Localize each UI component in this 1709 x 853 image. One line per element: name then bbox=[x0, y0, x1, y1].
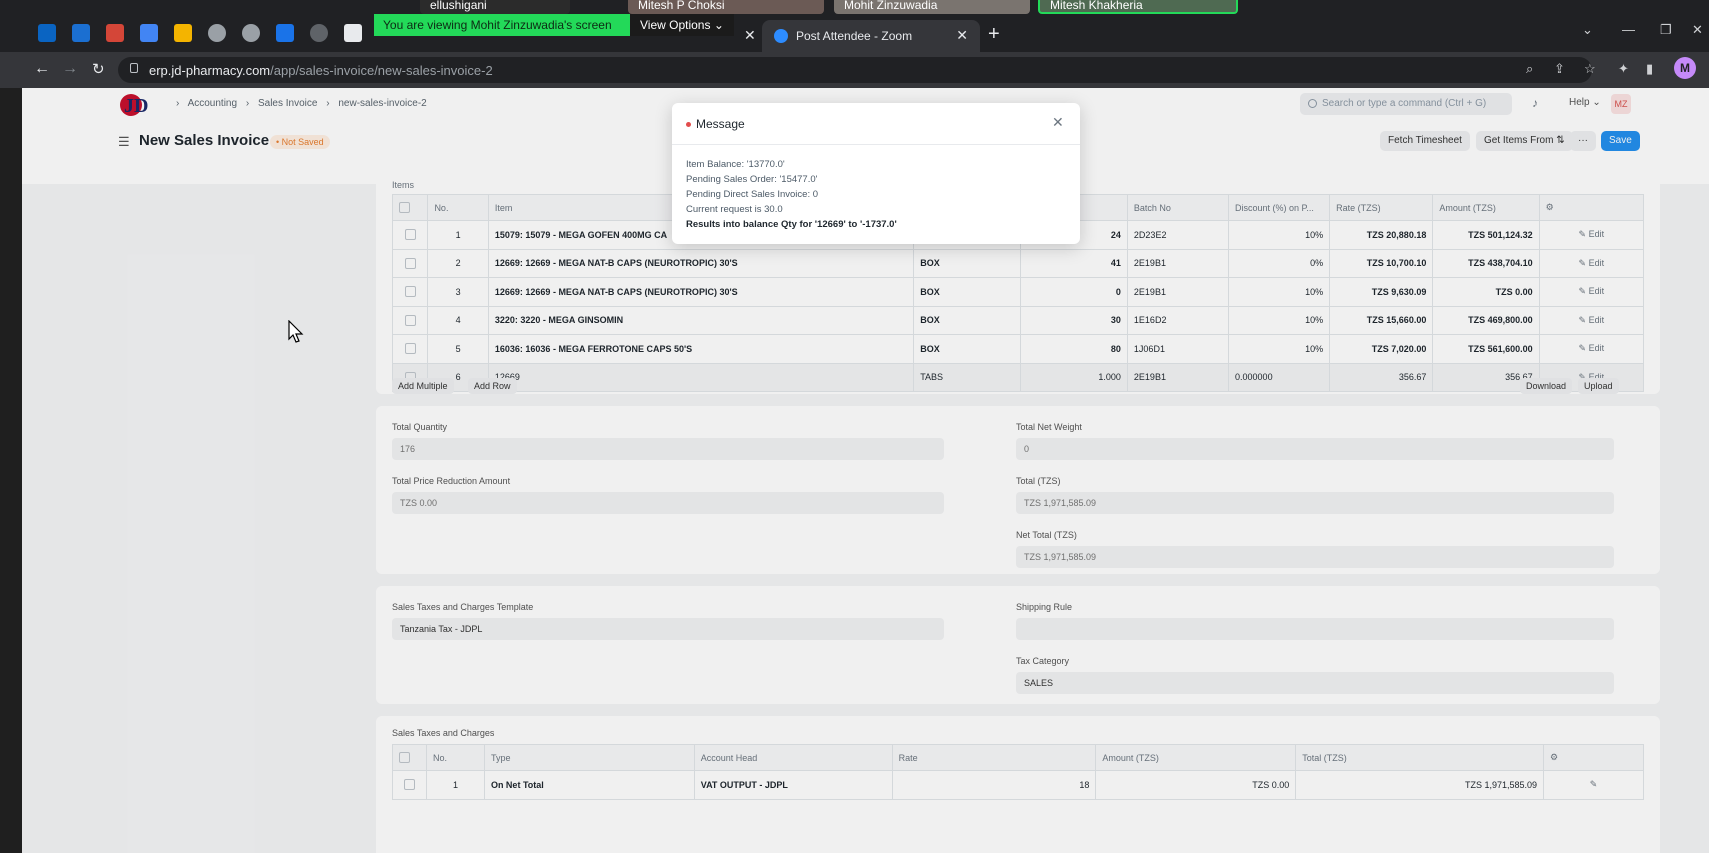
forward-icon[interactable]: → bbox=[62, 60, 78, 78]
gmail-tab-icon[interactable] bbox=[106, 24, 124, 42]
zoom-icon bbox=[774, 29, 788, 43]
address-bar: ← → ↻ erp.jd-pharmacy.com/app/sales-invo… bbox=[0, 52, 1709, 88]
tab-post-attendee-zoom[interactable]: Post Attendee - Zoom ✕ bbox=[762, 20, 980, 52]
jd-tab-icon[interactable] bbox=[208, 24, 226, 42]
url-path: /app/sales-invoice/new-sales-invoice-2 bbox=[270, 63, 493, 78]
pinned-tabs bbox=[38, 24, 362, 42]
back-icon[interactable]: ← bbox=[34, 60, 50, 78]
tab-title: Post Attendee - Zoom bbox=[796, 29, 913, 43]
participant-name: Mohit Zinzuwadia bbox=[844, 0, 938, 12]
url-field[interactable]: erp.jd-pharmacy.com/app/sales-invoice/ne… bbox=[118, 57, 1592, 83]
drive-tab-icon[interactable] bbox=[174, 24, 192, 42]
message-line: Pending Sales Order: '15477.0' bbox=[686, 174, 818, 185]
outlook-tab-icon[interactable] bbox=[38, 24, 56, 42]
zoom-participant-tile[interactable]: Mitesh P Choksi bbox=[628, 0, 824, 14]
zoom-participant-tile[interactable]: Mitesh Khakheria bbox=[1038, 0, 1238, 14]
extensions-icon[interactable]: ✦ bbox=[1618, 61, 1629, 77]
profile-avatar[interactable]: M bbox=[1674, 57, 1696, 79]
url-host: erp.jd-pharmacy.com bbox=[149, 63, 271, 78]
close-icon[interactable]: ✕ bbox=[1052, 114, 1064, 131]
message-line: Item Balance: '13770.0' bbox=[686, 159, 785, 170]
indicator-dot bbox=[686, 122, 691, 127]
excel-tab-icon[interactable] bbox=[276, 24, 294, 42]
reload-icon[interactable]: ↻ bbox=[92, 60, 105, 78]
globe-tab-icon[interactable] bbox=[310, 24, 328, 42]
lock-icon bbox=[130, 63, 138, 73]
close-window-icon[interactable]: ✕ bbox=[1692, 22, 1703, 38]
url-text: erp.jd-pharmacy.com/app/sales-invoice/ne… bbox=[149, 63, 493, 78]
zoom-magnifier-icon[interactable]: ⌕ bbox=[1526, 61, 1533, 77]
message-line: Pending Direct Sales Invoice: 0 bbox=[686, 189, 819, 200]
app-tab-icon[interactable] bbox=[72, 24, 90, 42]
chevron-down-icon: ⌄ bbox=[713, 18, 724, 32]
message-dialog: Message ✕ Item Balance: '13770.0' Pendin… bbox=[672, 103, 1080, 244]
dialog-title: Message bbox=[696, 117, 745, 131]
close-tab-icon[interactable]: ✕ bbox=[744, 27, 756, 44]
sidebar-icon[interactable]: ▮ bbox=[1646, 61, 1653, 77]
participant-name: ellushigani bbox=[430, 0, 487, 12]
bookmark-star-icon[interactable]: ☆ bbox=[1584, 61, 1596, 77]
participant-name: Mitesh P Choksi bbox=[638, 0, 725, 12]
view-options-button[interactable]: View Options ⌄ bbox=[630, 14, 734, 36]
zoom-share-banner: You are viewing Mohit Zinzuwadia's scree… bbox=[374, 14, 630, 36]
restore-icon[interactable]: ❐ bbox=[1660, 22, 1672, 38]
chevron-down-icon[interactable]: ⌄ bbox=[1582, 22, 1593, 38]
sheet-tab-icon[interactable] bbox=[344, 24, 362, 42]
message-line: Current request is 30.0 bbox=[686, 204, 783, 215]
calendar-tab-icon[interactable] bbox=[140, 24, 158, 42]
mouse-cursor-icon bbox=[288, 320, 304, 343]
jd-tab-icon-2[interactable] bbox=[242, 24, 260, 42]
close-tab-icon[interactable]: ✕ bbox=[956, 27, 968, 44]
zoom-participant-tile[interactable]: ellushigani bbox=[420, 0, 570, 14]
message-result: Results into balance Qty for '12669' to … bbox=[686, 219, 897, 230]
view-options-label: View Options bbox=[640, 18, 711, 32]
zoom-participant-tile[interactable]: Mohit Zinzuwadia bbox=[834, 0, 1030, 14]
share-icon[interactable]: ⇪ bbox=[1554, 61, 1565, 77]
dialog-header: Message ✕ bbox=[672, 103, 1080, 145]
new-tab-icon[interactable]: + bbox=[988, 23, 1000, 46]
minimize-icon[interactable]: — bbox=[1622, 22, 1635, 37]
participant-name: Mitesh Khakheria bbox=[1050, 0, 1143, 12]
